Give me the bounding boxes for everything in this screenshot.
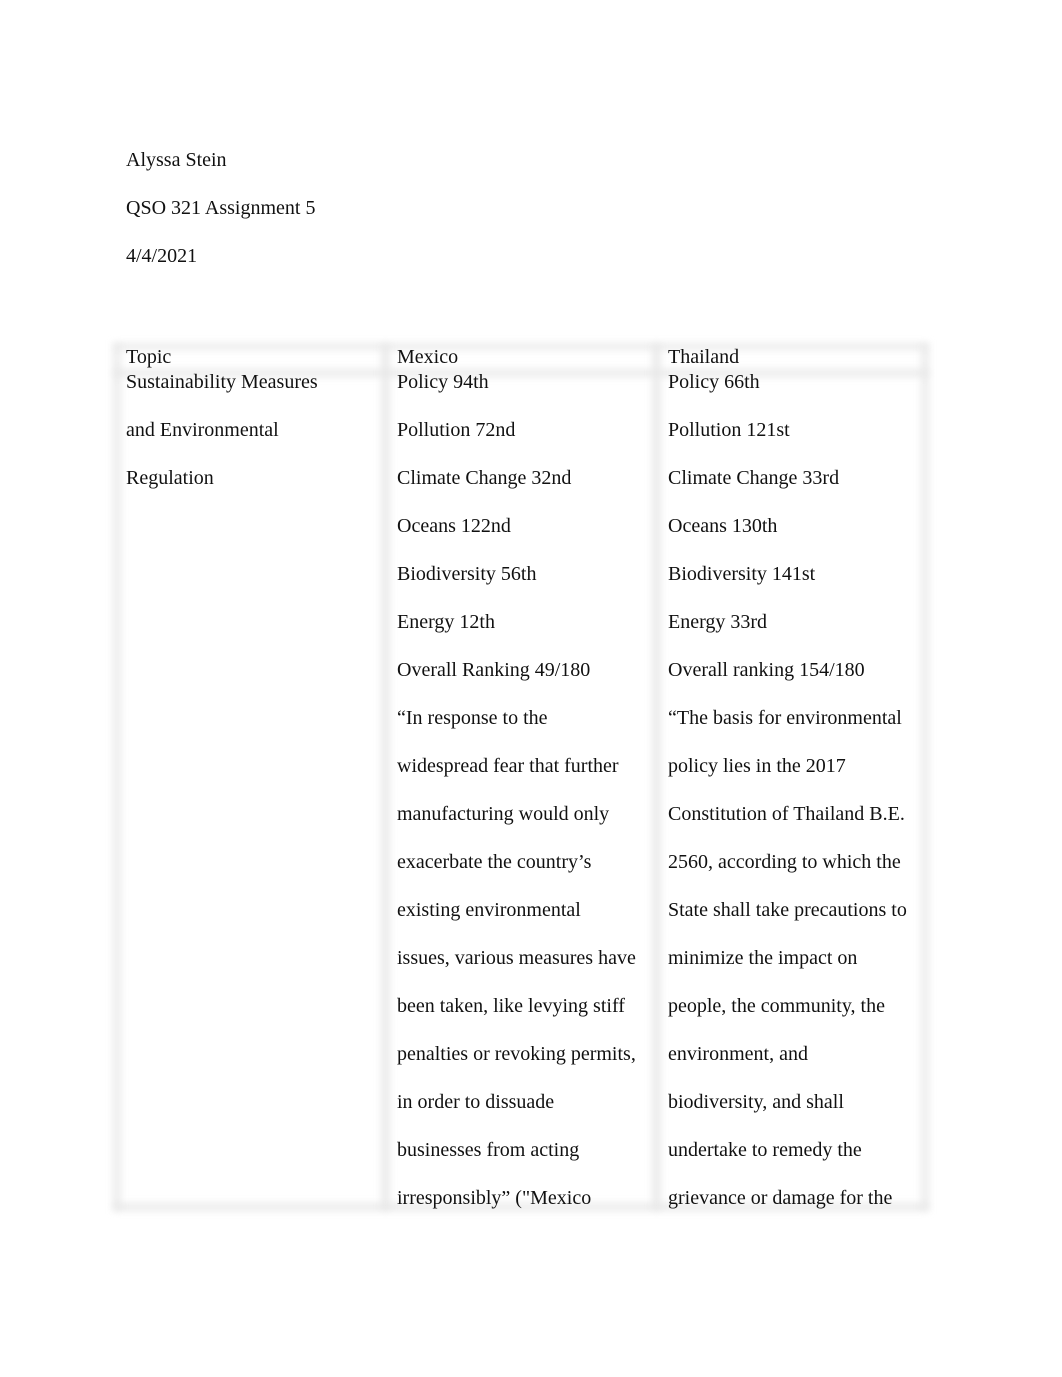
mexico-line: Overall Ranking 49/180 (397, 659, 591, 681)
thailand-line: environment, and (668, 1043, 808, 1065)
thailand-line: 2560, according to which the (668, 851, 901, 873)
mexico-line: exacerbate the country’s (397, 851, 592, 873)
mexico-line: Oceans 122nd (397, 515, 511, 537)
thailand-line: undertake to remedy the (668, 1139, 862, 1161)
thailand-line: Oceans 130th (668, 515, 778, 537)
thailand-line: minimize the impact on (668, 947, 858, 969)
thailand-line: policy lies in the 2017 (668, 755, 846, 777)
thailand-line: biodiversity, and shall (668, 1091, 844, 1113)
column-header-mexico: Mexico (397, 346, 459, 368)
column-header-thailand: Thailand (668, 346, 740, 368)
mexico-line: existing environmental (397, 899, 581, 921)
column-header-topic: Topic (126, 346, 172, 368)
mexico-line: Pollution 72nd (397, 419, 516, 441)
mexico-line: issues, various measures have (397, 947, 636, 969)
thailand-line: “The basis for environmental (668, 707, 902, 729)
document-page: Alyssa Stein QSO 321 Assignment 5 4/4/20… (0, 0, 1062, 1377)
column-divider-1 (382, 344, 389, 1210)
table-border-top (114, 344, 928, 349)
mexico-line: widespread fear that further (397, 755, 619, 777)
thailand-line: people, the community, the (668, 995, 885, 1017)
thailand-line: Biodiversity 141st (668, 563, 816, 585)
topic-line: Regulation (126, 467, 214, 489)
column-divider-2 (653, 344, 660, 1210)
mexico-line: in order to dissuade (397, 1091, 555, 1113)
thailand-line: Energy 33rd (668, 611, 768, 633)
mexico-line: manufacturing would only (397, 803, 610, 825)
mexico-line: “In response to the (397, 707, 548, 729)
mexico-line: Biodiversity 56th (397, 563, 537, 585)
author-name: Alyssa Stein (126, 149, 227, 171)
thailand-line: State shall take precautions to (668, 899, 907, 921)
course-title: QSO 321 Assignment 5 (126, 197, 316, 219)
thailand-line: Climate Change 33rd (668, 467, 840, 489)
thailand-line: Constitution of Thailand B.E. (668, 803, 905, 825)
table-cell-topic: Sustainability Measures and Environmental… (126, 370, 318, 514)
table-cell-thailand: Policy 66th Pollution 121st Climate Change… (668, 370, 907, 1234)
thailand-line: Pollution 121st (668, 419, 790, 441)
topic-line: and Environmental (126, 419, 279, 441)
mexico-line: businesses from acting (397, 1139, 580, 1161)
thailand-line: Overall ranking 154/180 (668, 659, 865, 681)
thailand-line: grievance or damage for the (668, 1187, 893, 1209)
table-border-right (922, 344, 928, 1210)
document-date: 4/4/2021 (126, 245, 198, 267)
mexico-line: irresponsibly” ("Mexico (397, 1187, 592, 1209)
thailand-line: Policy 66th (668, 371, 760, 393)
mexico-line: been taken, like levying stiff (397, 995, 625, 1017)
topic-line: Sustainability Measures (126, 371, 318, 393)
table-border-left (114, 344, 120, 1210)
mexico-line: Policy 94th (397, 371, 489, 393)
mexico-line: penalties or revoking permits, (397, 1043, 636, 1065)
table-cell-mexico: Policy 94th Pollution 72nd Climate Change … (397, 370, 636, 1234)
mexico-line: Climate Change 32nd (397, 467, 572, 489)
mexico-line: Energy 12th (397, 611, 495, 633)
